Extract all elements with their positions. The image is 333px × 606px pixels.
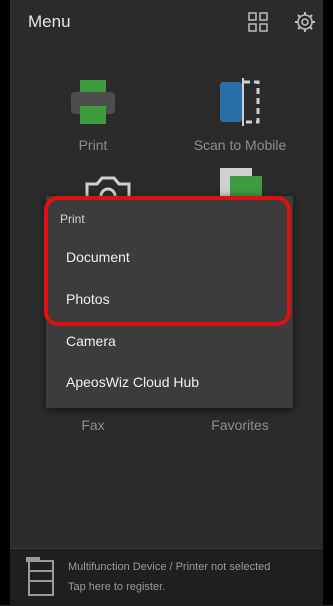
favorites-tile-label: Favorites [211,417,269,433]
register-hint-text: Tap here to register. [68,581,166,593]
device-status-text: Multifunction Device / Printer not selec… [68,561,271,573]
right-bezel [323,0,333,605]
menu-item-apeoswiz-cloud-hub[interactable]: ApeosWiz Cloud Hub [66,374,199,390]
device-register-bar[interactable]: Multifunction Device / Printer not selec… [10,548,323,606]
document-icon [220,168,262,200]
fax-tile-label: Fax [81,417,105,433]
header-bar: Menu [10,0,323,42]
gear-icon[interactable] [294,11,316,33]
scan-to-mobile-tile[interactable]: Scan to Mobile [165,78,315,153]
grid-layout-icon[interactable] [248,12,268,32]
menu-item-camera[interactable]: Camera [66,333,116,349]
page-title: Menu [28,12,71,31]
print-tile-label: Print [78,137,108,153]
highlight-outline [44,196,291,326]
print-tile[interactable]: Print [18,78,168,153]
app-screen: Menu Print Scan to Mobile Fax Favorites … [10,0,323,606]
printer-icon [71,80,115,124]
left-bezel [0,0,10,605]
scan-to-mobile-icon [220,78,260,126]
multifunction-device-icon [26,557,54,596]
scan-to-mobile-label: Scan to Mobile [193,137,287,153]
